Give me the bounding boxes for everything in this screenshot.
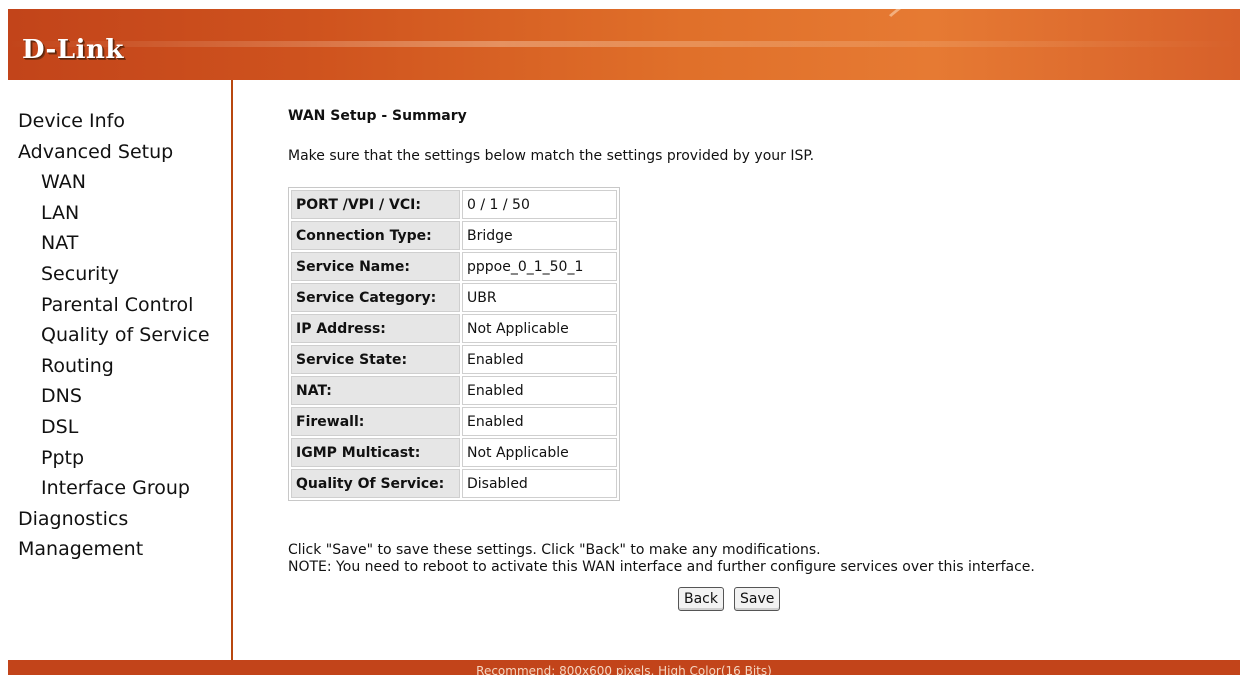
summary-label: IGMP Multicast: [291,438,460,467]
sidebar-item-pptp[interactable]: Pptp [18,447,210,478]
sidebar-nav: Device Info Advanced Setup WAN LAN NAT Securi… [18,110,210,569]
dlink-logo[interactable]: D-Link [22,35,124,65]
summary-label: Service Name: [291,252,460,281]
sidebar-item-dsl[interactable]: DSL [18,416,210,447]
sidebar-item-lan[interactable]: LAN [18,202,210,233]
summary-label: IP Address: [291,314,460,343]
sidebar-item-management[interactable]: Management [18,538,210,569]
intro-text: Make sure that the settings below match … [288,148,815,164]
header-banner: D-Link [8,9,1240,80]
table-row: PORT /VPI / VCI: 0 / 1 / 50 [291,190,617,219]
table-row: Service Category: UBR [291,283,617,312]
table-row: IGMP Multicast: Not Applicable [291,438,617,467]
table-row: Quality Of Service: Disabled [291,469,617,498]
sidebar-item-interface-group[interactable]: Interface Group [18,477,210,508]
main-content: WAN Setup - Summary Make sure that the s… [288,80,1228,660]
summary-label: Quality Of Service: [291,469,460,498]
summary-value: Disabled [462,469,617,498]
table-row: NAT: Enabled [291,376,617,405]
summary-value: Enabled [462,407,617,436]
summary-value: Enabled [462,345,617,374]
banner-swoosh [841,9,1240,80]
back-button[interactable]: Back [678,587,724,611]
summary-label: Service Category: [291,283,460,312]
summary-label: PORT /VPI / VCI: [291,190,460,219]
summary-value: Enabled [462,376,617,405]
table-row: Firewall: Enabled [291,407,617,436]
summary-label: Service State: [291,345,460,374]
sidebar-divider [231,80,233,660]
sidebar-item-advanced-setup[interactable]: Advanced Setup [18,141,210,172]
sidebar-item-routing[interactable]: Routing [18,355,210,386]
sidebar-item-wan[interactable]: WAN [18,171,210,202]
summary-table: PORT /VPI / VCI: 0 / 1 / 50 Connection Typ… [288,187,620,501]
sidebar-item-parental-control[interactable]: Parental Control [18,294,210,325]
table-row: Service State: Enabled [291,345,617,374]
header: D-Link [0,0,1248,80]
table-row: Connection Type: Bridge [291,221,617,250]
sidebar-item-quality-of-service[interactable]: Quality of Service [18,324,210,355]
summary-label: Firewall: [291,407,460,436]
summary-value: UBR [462,283,617,312]
summary-label: NAT: [291,376,460,405]
reboot-note-text: NOTE: You need to reboot to activate thi… [288,559,1035,575]
sidebar-item-security[interactable]: Security [18,263,210,294]
sidebar-item-dns[interactable]: DNS [18,385,210,416]
summary-value: Not Applicable [462,438,617,467]
summary-label: Connection Type: [291,221,460,250]
sidebar-item-nat[interactable]: NAT [18,232,210,263]
sidebar-item-diagnostics[interactable]: Diagnostics [18,508,210,539]
save-button[interactable]: Save [734,587,781,611]
page-title: WAN Setup - Summary [288,108,467,124]
sidebar-item-device-info[interactable]: Device Info [18,110,210,141]
footer: Recommend: 800x600 pixels, High Color(16… [8,660,1240,675]
summary-value: Bridge [462,221,617,250]
summary-value: pppoe_0_1_50_1 [462,252,617,281]
table-row: Service Name: pppoe_0_1_50_1 [291,252,617,281]
table-row: IP Address: Not Applicable [291,314,617,343]
footer-text: Recommend: 800x600 pixels, High Color(16… [476,664,772,675]
summary-value: Not Applicable [462,314,617,343]
save-instruction-text: Click "Save" to save these settings. Cli… [288,542,821,558]
summary-value: 0 / 1 / 50 [462,190,617,219]
